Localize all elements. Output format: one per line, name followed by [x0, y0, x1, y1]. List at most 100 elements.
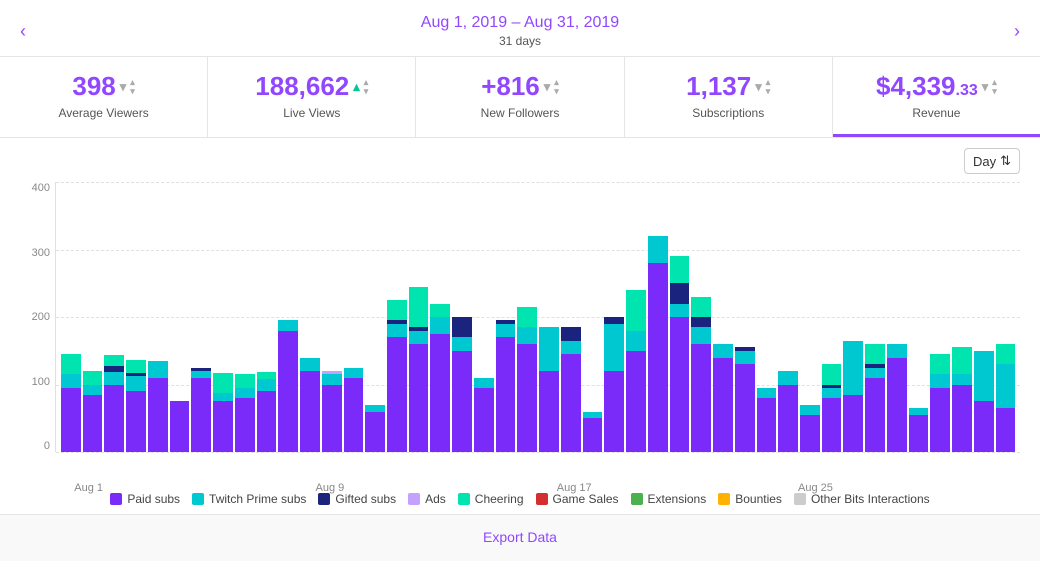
bar-segment	[974, 401, 994, 452]
bars-wrapper	[56, 182, 1020, 452]
bar-segment	[691, 317, 711, 327]
prev-arrow[interactable]: ‹	[10, 17, 36, 46]
bar-segment	[930, 388, 950, 452]
stat-revenue: $4,339.33 ▾ ▴▾ Revenue	[833, 57, 1040, 137]
bar-group	[691, 297, 711, 452]
bar-segment	[104, 366, 124, 373]
date-nav: ‹ Aug 1, 2019 – Aug 31, 2019 31 days ›	[0, 0, 1040, 57]
bar-segment	[996, 344, 1016, 364]
export-link[interactable]: Export Data	[483, 529, 557, 545]
stats-bar: 398 ▾ ▴▾ Average Viewers 188,662 ▴ ▴▾ Li…	[0, 57, 1040, 138]
bar-segment	[517, 344, 537, 452]
bar-group	[213, 373, 233, 452]
bar-segment	[691, 344, 711, 452]
bar-segment	[300, 371, 320, 452]
legend-dot-other-bits	[794, 493, 806, 505]
bar-segment	[235, 398, 255, 452]
bar-group	[517, 307, 537, 452]
bar-segment	[344, 368, 364, 378]
bar-group	[887, 344, 907, 452]
legend-item-extensions: Extensions	[631, 492, 707, 506]
bar-group	[148, 361, 168, 452]
bar-segment	[474, 388, 494, 452]
legend-item-gifted-subs: Gifted subs	[318, 492, 396, 506]
bar-segment	[561, 327, 581, 341]
bar-segment	[257, 391, 277, 452]
bar-group	[974, 351, 994, 452]
bar-group	[344, 368, 364, 452]
bar-segment	[387, 324, 407, 338]
bar-segment	[104, 355, 124, 365]
bar-segment	[126, 376, 146, 391]
stat-live-views: 188,662 ▴ ▴▾ Live Views	[208, 57, 416, 137]
bar-segment	[365, 412, 385, 453]
bar-segment	[452, 337, 472, 351]
next-arrow[interactable]: ›	[1004, 17, 1030, 46]
legend-dot-ads	[408, 493, 420, 505]
bar-segment	[561, 341, 581, 355]
bar-group	[170, 401, 190, 452]
legend: Paid subsTwitch Prime subsGifted subsAds…	[0, 482, 1040, 514]
bar-segment	[148, 378, 168, 452]
bar-segment	[257, 379, 277, 391]
legend-item-prime-subs: Twitch Prime subs	[192, 492, 306, 506]
bar-segment	[648, 236, 668, 263]
bar-group	[996, 344, 1016, 452]
bar-segment	[344, 378, 364, 452]
bar-segment	[670, 256, 690, 283]
legend-dot-extensions	[631, 493, 643, 505]
bar-group	[843, 341, 863, 452]
bar-segment	[409, 287, 429, 328]
bar-segment	[952, 385, 972, 453]
date-range: Aug 1, 2019 – Aug 31, 2019	[421, 14, 619, 32]
bar-segment	[952, 347, 972, 374]
bar-segment	[670, 283, 690, 303]
bar-segment	[365, 405, 385, 412]
bar-group	[930, 354, 950, 452]
bar-segment	[822, 364, 842, 384]
bar-segment	[257, 372, 277, 379]
bar-segment	[517, 307, 537, 327]
bar-group	[430, 304, 450, 453]
legend-item-cheering: Cheering	[458, 492, 524, 506]
bar-segment	[83, 395, 103, 452]
bar-group	[604, 317, 624, 452]
bar-group	[909, 408, 929, 452]
bar-segment	[539, 327, 559, 371]
bar-segment	[996, 408, 1016, 452]
bar-segment	[278, 331, 298, 453]
bar-segment	[670, 317, 690, 452]
bar-segment	[604, 324, 624, 371]
bar-group	[626, 290, 646, 452]
bar-segment	[952, 374, 972, 384]
bar-segment	[235, 388, 255, 398]
bar-group	[539, 327, 559, 452]
bar-group	[278, 320, 298, 452]
bar-segment	[430, 304, 450, 318]
legend-item-bounties: Bounties	[718, 492, 782, 506]
bar-segment	[61, 354, 81, 374]
bar-segment	[822, 398, 842, 452]
bar-segment	[996, 364, 1016, 408]
select-arrows-icon: ⇅	[1000, 153, 1011, 169]
bar-segment	[83, 371, 103, 385]
bar-segment	[104, 372, 124, 384]
bar-group	[474, 378, 494, 452]
bar-segment	[887, 358, 907, 453]
bar-group	[61, 354, 81, 452]
bar-segment	[604, 317, 624, 324]
chart-area: Day ⇅ 4003002001000 Aug 1Aug 9Aug 17Aug …	[0, 138, 1040, 482]
bar-segment	[126, 391, 146, 452]
bar-segment	[83, 385, 103, 395]
bar-segment	[387, 337, 407, 452]
bar-group	[583, 412, 603, 453]
bar-segment	[865, 344, 885, 364]
bar-chart: 4003002001000 Aug 1Aug 9Aug 17Aug 25	[20, 182, 1020, 482]
day-select[interactable]: Day ⇅	[964, 148, 1020, 174]
bar-segment	[800, 405, 820, 415]
bar-segment	[735, 364, 755, 452]
bar-segment	[452, 317, 472, 337]
bar-segment	[691, 327, 711, 344]
bar-segment	[626, 331, 646, 351]
stat-value-text: 1,137	[686, 71, 751, 102]
